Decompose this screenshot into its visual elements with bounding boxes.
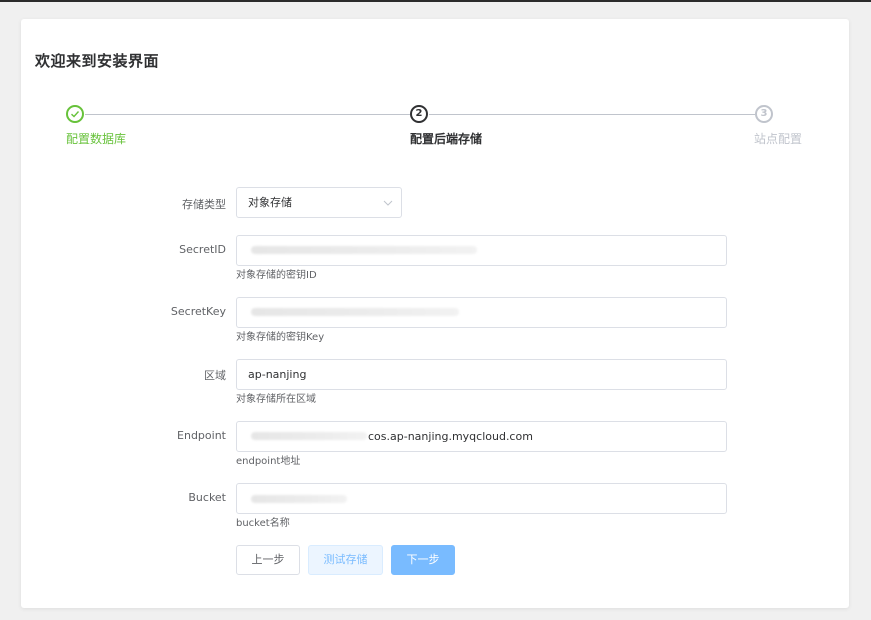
storage-type-label: 存储类型 — [182, 198, 226, 211]
secret-key-help: 对象存储的密钥Key — [236, 332, 325, 343]
endpoint-label: Endpoint — [177, 429, 226, 442]
page-title: 欢迎来到安装界面 — [35, 52, 160, 70]
step-2-title: 配置后端存储 — [410, 132, 483, 146]
window-top-border — [0, 0, 871, 2]
endpoint-field[interactable]: cos.ap-nanjing.myqcloud.com — [236, 421, 727, 452]
redacted-value — [251, 308, 459, 316]
secret-key-label: SecretKey — [170, 305, 226, 318]
next-button[interactable]: 下一步 — [391, 545, 455, 575]
secret-id-help: 对象存储的密钥ID — [236, 270, 317, 281]
secret-id-field[interactable] — [236, 235, 727, 266]
step-1-title: 配置数据库 — [66, 132, 127, 146]
redacted-value — [251, 246, 477, 254]
prev-button[interactable]: 上一步 — [236, 545, 300, 575]
endpoint-value: cos.ap-nanjing.myqcloud.com — [368, 430, 533, 443]
bucket-label: Bucket — [188, 491, 226, 504]
step-2-number: 2 — [410, 105, 428, 123]
region-value: ap-nanjing — [248, 368, 307, 381]
step-1-check-icon — [66, 105, 84, 123]
redacted-value — [251, 495, 347, 503]
bucket-field[interactable] — [236, 483, 727, 514]
step-connector-2 — [429, 114, 755, 115]
step-connector-1 — [85, 114, 410, 115]
region-field[interactable]: ap-nanjing — [236, 359, 727, 390]
bucket-help: bucket名称 — [236, 518, 290, 529]
secret-id-label: SecretID — [179, 243, 226, 256]
region-label: 区域 — [204, 369, 226, 382]
endpoint-help: endpoint地址 — [236, 456, 301, 467]
storage-type-value: 对象存储 — [248, 196, 292, 209]
step-3-number: 3 — [755, 105, 773, 123]
install-card: 欢迎来到安装界面 配置数据库 2 配置后端存储 3 站点配置 存储类型 对象存储… — [21, 19, 849, 608]
chevron-down-icon — [383, 200, 393, 206]
test-storage-button[interactable]: 测试存储 — [308, 545, 383, 575]
step-3-title: 站点配置 — [754, 132, 803, 146]
redacted-value — [251, 432, 367, 440]
storage-type-select[interactable]: 对象存储 — [236, 187, 402, 218]
region-help: 对象存储所在区域 — [236, 394, 316, 405]
secret-key-field[interactable] — [236, 297, 727, 328]
